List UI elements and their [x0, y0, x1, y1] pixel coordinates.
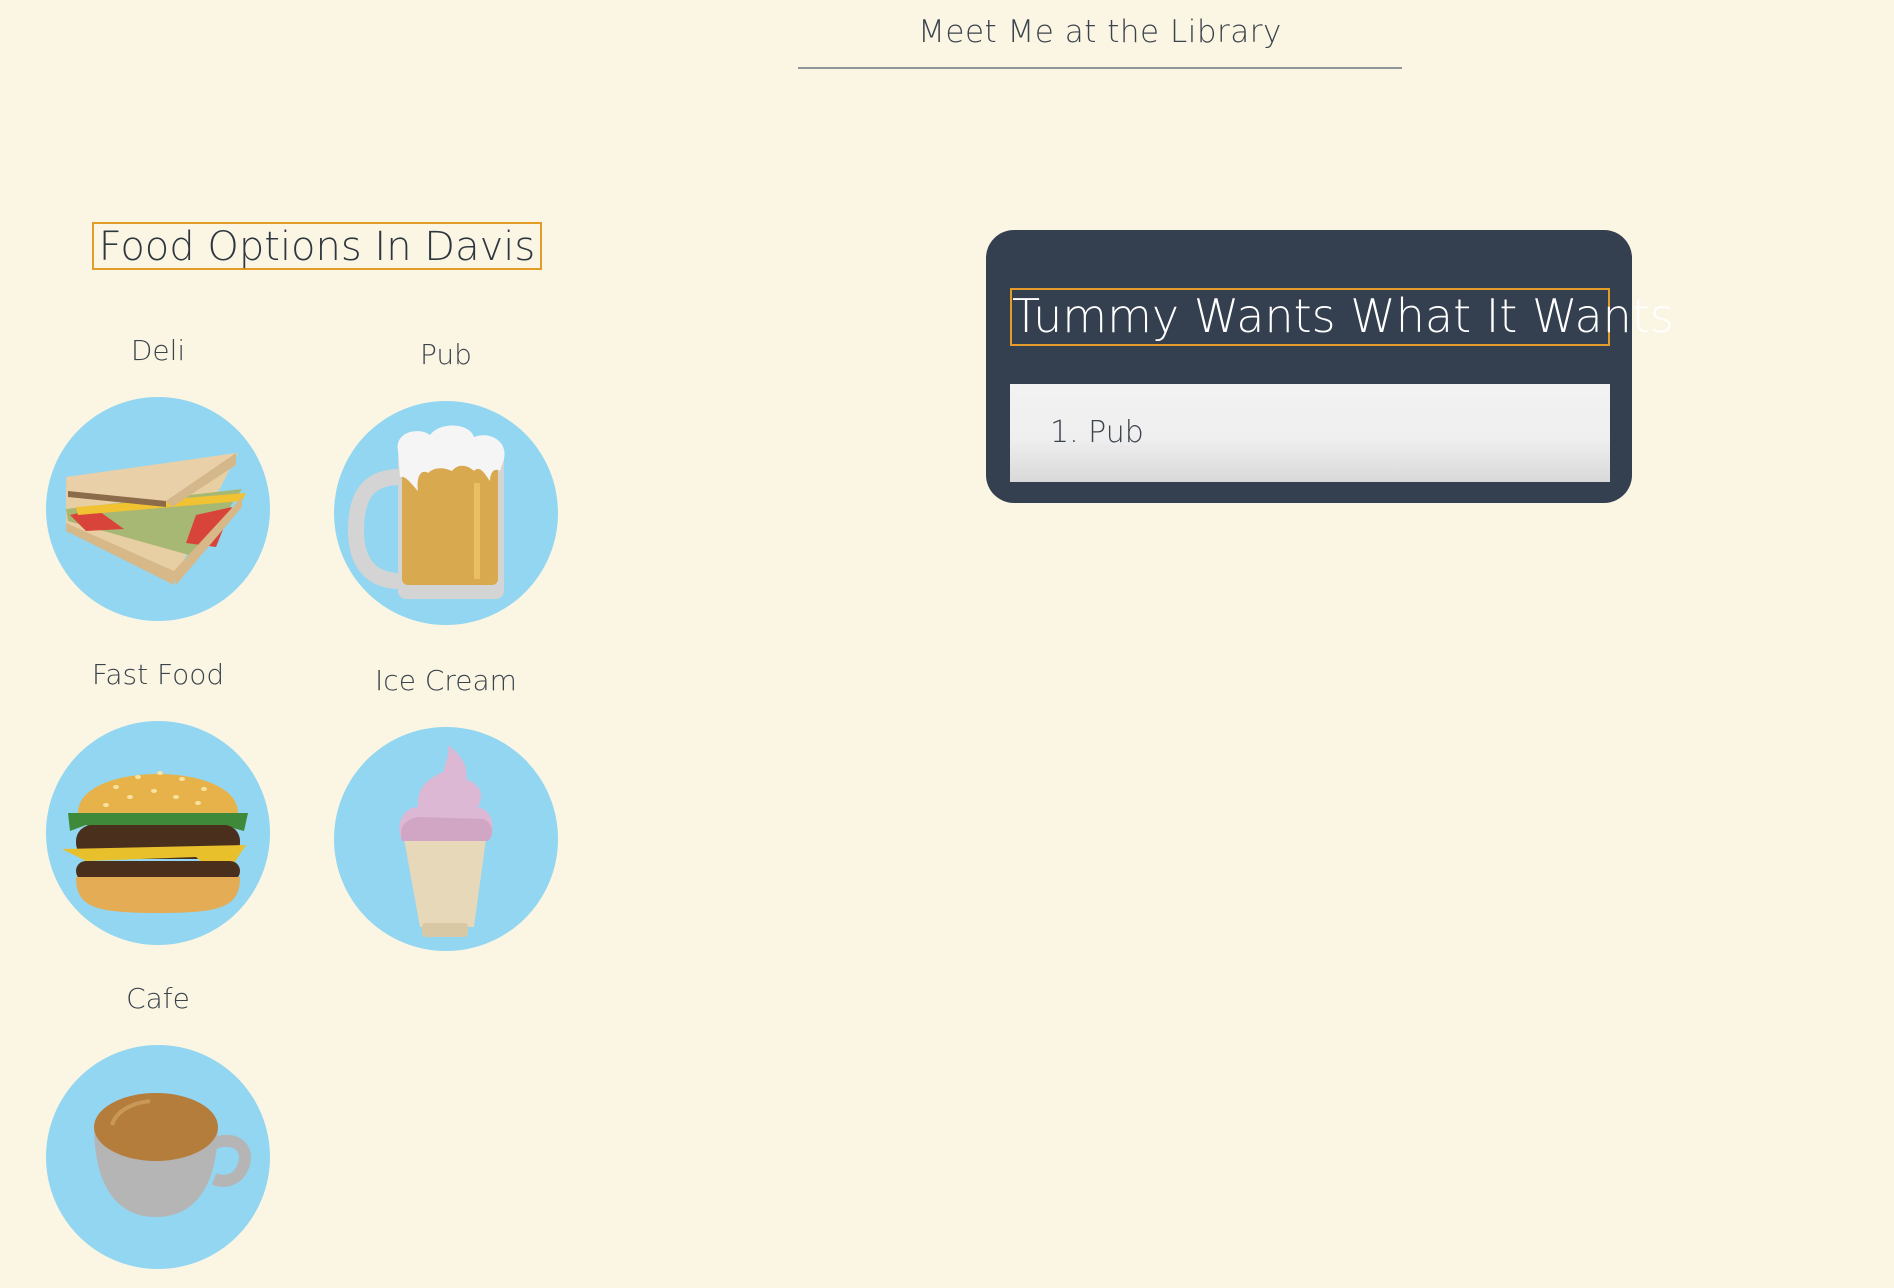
burger-icon[interactable]	[46, 721, 270, 945]
selected-choice-list: 1. Pub	[1010, 384, 1610, 482]
selection-panel: Tummy Wants What It Wants 1. Pub	[986, 230, 1674, 503]
title-divider	[798, 67, 1402, 69]
food-option-label: Pub	[420, 338, 472, 371]
food-option-label: Cafe	[126, 982, 190, 1015]
food-option-pub[interactable]: Pub	[326, 335, 566, 625]
beer-mug-icon[interactable]	[334, 401, 558, 625]
selected-choice-item: 1. Pub	[1050, 415, 1144, 450]
food-option-ice-cream[interactable]: Ice Cream	[326, 661, 566, 951]
food-option-deli[interactable]: Deli	[38, 331, 278, 621]
site-title: Meet Me at the Library	[918, 14, 1282, 50]
food-option-fast-food[interactable]: Fast Food	[38, 655, 278, 945]
sandwich-icon[interactable]	[46, 397, 270, 621]
selection-panel-heading: Tummy Wants What It Wants	[1010, 288, 1674, 346]
food-options-heading: Food Options In Davis	[92, 222, 542, 270]
food-option-label: Fast Food	[91, 658, 225, 691]
food-option-label: Deli	[130, 334, 186, 367]
coffee-cup-icon[interactable]	[46, 1045, 270, 1269]
food-option-label: Ice Cream	[375, 664, 517, 697]
ice-cream-cone-icon[interactable]	[334, 727, 558, 951]
food-option-cafe[interactable]: Cafe	[38, 979, 278, 1269]
